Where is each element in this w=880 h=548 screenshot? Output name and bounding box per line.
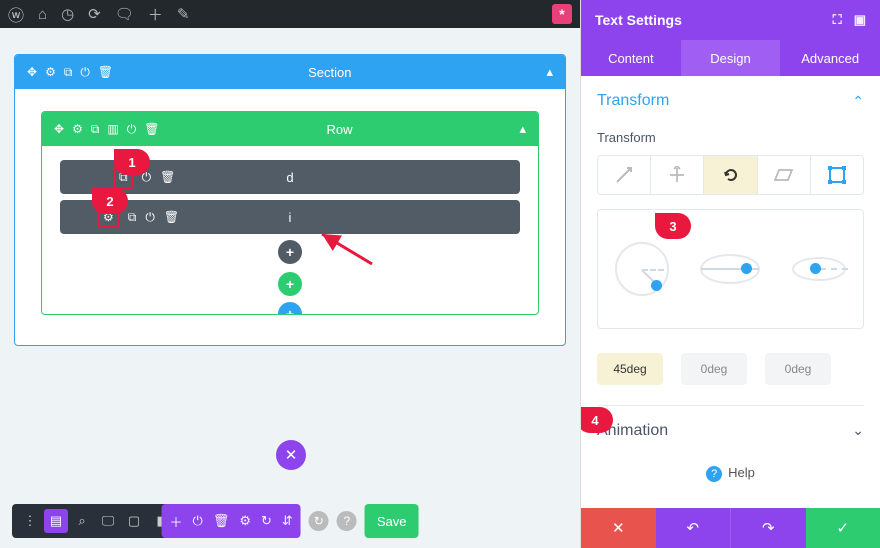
tab-content[interactable]: Content — [581, 40, 681, 76]
asterisk-badge[interactable]: * — [552, 4, 572, 24]
gear-icon[interactable]: ⚙ — [45, 65, 56, 79]
builder-canvas-area: ⓦ ⌂ ◷ ⟳ 🗨 ＋ ✎ * ✥ ⚙ ⧉ ⏻ 🗑 Sect — [0, 0, 580, 548]
wireframe-view-icon[interactable]: ▤ — [44, 509, 68, 533]
panel-title: Text Settings — [595, 12, 682, 28]
row-title: Row — [159, 122, 519, 137]
rotate-y-control — [695, 234, 765, 304]
wordpress-icon[interactable]: ⓦ — [8, 2, 24, 26]
wp-admin-bar: ⓦ ⌂ ◷ ⟳ 🗨 ＋ ✎ * — [0, 0, 580, 28]
panel-action-bar: ✕ ↶ ↷ ✓ — [581, 508, 880, 548]
home-icon[interactable]: ⌂ — [38, 6, 47, 23]
transform-type-segment — [597, 155, 864, 195]
fullscreen-icon[interactable]: ⛶ — [833, 12, 842, 28]
close-fab-button[interactable]: ✕ — [276, 440, 306, 470]
module-bar-2[interactable]: ⚙ ⧉ ⏻ 🗑 i — [60, 200, 520, 234]
power-icon[interactable]: ⏻ — [80, 65, 90, 80]
panel-header: Text Settings ⛶ ▣ — [581, 0, 880, 40]
annotation-badge-3: 3 — [655, 213, 691, 239]
module-label: i — [289, 210, 292, 225]
redo-button[interactable]: ↻ — [309, 511, 329, 531]
rotate-y-value[interactable]: 0deg — [681, 353, 747, 385]
gear-icon[interactable]: ⚙ — [72, 122, 83, 136]
transform-preview-canvas[interactable] — [597, 209, 864, 329]
transform-values-row: 45deg 0deg 0deg — [597, 353, 864, 385]
expand-icon[interactable]: ▣ — [854, 12, 866, 28]
animation-accordion-header[interactable]: Animation ⌄ — [597, 405, 864, 455]
history-icon[interactable]: ↻ — [261, 513, 272, 529]
desktop-view-icon[interactable]: 🖵 — [96, 509, 120, 533]
refresh-icon[interactable]: ⟳ — [88, 5, 101, 23]
chevron-down-icon: ⌄ — [852, 422, 864, 439]
apply-button[interactable]: ✓ — [806, 508, 880, 548]
chevron-up-icon[interactable]: ▴ — [519, 121, 526, 137]
menu-icon[interactable]: ⋮ — [18, 509, 42, 533]
add-module-button[interactable]: + — [278, 240, 302, 264]
redo-button[interactable]: ↷ — [730, 508, 806, 548]
discard-button[interactable]: ✕ — [581, 508, 656, 548]
row-header[interactable]: ✥ ⚙ ⧉ ▥ ⏻ 🗑 Row ▴ — [42, 112, 538, 146]
transform-label: Transform — [597, 130, 864, 145]
duplicate-icon[interactable]: ⧉ — [128, 210, 137, 225]
trash-icon[interactable]: 🗑 — [98, 65, 113, 79]
columns-icon[interactable]: ▥ — [107, 122, 118, 136]
duplicate-icon[interactable]: ⧉ — [91, 122, 100, 137]
annotation-badge-4: 4 — [581, 407, 613, 433]
trash-icon[interactable]: 🗑 — [160, 170, 175, 184]
section-block: ✥ ⚙ ⧉ ⏻ 🗑 Section ▴ ✥ ⚙ — [14, 54, 566, 346]
zoom-icon[interactable]: ⌕ — [70, 509, 94, 533]
plus-icon[interactable]: ＋ — [148, 4, 163, 25]
tablet-view-icon[interactable]: ▢ — [122, 509, 146, 533]
rotate-x-value[interactable]: 0deg — [765, 353, 831, 385]
trash-icon[interactable]: 🗑 — [213, 513, 230, 529]
duplicate-icon[interactable]: ⧉ — [64, 65, 73, 80]
chevron-up-icon[interactable]: ▴ — [546, 64, 553, 80]
sliders-icon[interactable]: ⇵ — [282, 513, 293, 529]
settings-panel: Text Settings ⛶ ▣ Content Design Advance… — [580, 0, 880, 548]
section-header[interactable]: ✥ ⚙ ⧉ ⏻ 🗑 Section ▴ — [15, 55, 565, 89]
transform-scale-option[interactable] — [598, 156, 651, 194]
gear-icon[interactable]: ⚙ — [239, 513, 251, 529]
annotation-badge-2: 2 — [92, 188, 128, 214]
transform-origin-option[interactable] — [811, 156, 863, 194]
trash-icon[interactable]: 🗑 — [144, 122, 159, 136]
bottom-action-bar: ＋ ⏻ 🗑 ⚙ ↻ ⇵ ↻ ? Save — [162, 504, 419, 538]
transform-accordion-header[interactable]: Transform ⌃ — [597, 76, 864, 126]
move-icon[interactable]: ✥ — [54, 122, 64, 136]
power-icon[interactable]: ⏻ — [193, 513, 203, 529]
responsive-view-bar: ⋮ ▤ ⌕ 🖵 ▢ ▮ — [12, 504, 178, 538]
pencil-icon[interactable]: ✎ — [177, 5, 190, 23]
module-label: d — [286, 170, 293, 185]
dashboard-icon[interactable]: ◷ — [61, 5, 74, 23]
chevron-up-icon: ⌃ — [852, 93, 864, 110]
panel-tabs: Content Design Advanced — [581, 40, 880, 76]
power-icon[interactable]: ⏻ — [127, 122, 137, 137]
transform-translate-option[interactable] — [651, 156, 704, 194]
help-button[interactable]: ? — [337, 511, 357, 531]
transform-skew-option[interactable] — [758, 156, 811, 194]
rotate-x-control — [784, 234, 854, 304]
transform-rotate-option[interactable] — [704, 156, 757, 194]
canvas: ✥ ⚙ ⧉ ⏻ 🗑 Section ▴ ✥ ⚙ — [0, 28, 580, 548]
trash-icon[interactable]: 🗑 — [164, 210, 179, 224]
annotation-badge-1: 1 — [114, 149, 150, 175]
help-link[interactable]: ?Help — [597, 455, 864, 498]
tab-advanced[interactable]: Advanced — [780, 40, 880, 76]
rotate-z-control — [607, 234, 677, 304]
move-icon[interactable]: ✥ — [27, 65, 37, 79]
power-icon[interactable]: ⏻ — [145, 210, 155, 225]
rotate-z-value[interactable]: 45deg — [597, 353, 663, 385]
save-button[interactable]: Save — [365, 504, 419, 538]
comment-icon[interactable]: 🗨 — [115, 5, 134, 23]
undo-button[interactable]: ↶ — [656, 508, 731, 548]
plus-icon[interactable]: ＋ — [170, 512, 183, 531]
section-title: Section — [113, 65, 546, 80]
add-row-button[interactable]: + — [278, 272, 302, 296]
row-block: ✥ ⚙ ⧉ ▥ ⏻ 🗑 Row ▴ 1 2 — [41, 111, 539, 315]
help-icon: ? — [706, 466, 722, 482]
tab-design[interactable]: Design — [681, 40, 781, 76]
